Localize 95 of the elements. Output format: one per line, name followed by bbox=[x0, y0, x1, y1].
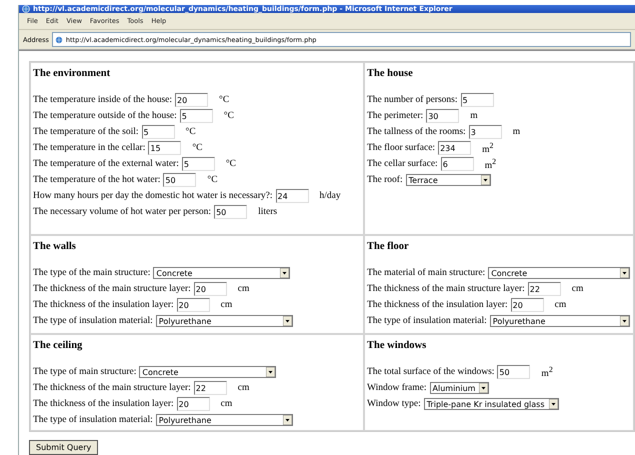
unit-label: °C bbox=[226, 158, 236, 171]
dropdown[interactable]: Triple-pane Kr insulated glass bbox=[424, 398, 559, 410]
unit-label: cm bbox=[554, 299, 566, 312]
field-label: The number of persons: bbox=[367, 94, 458, 107]
field-label: The type of the main structure: bbox=[33, 267, 150, 280]
unit-label: °C bbox=[186, 126, 196, 139]
unit-label: liters bbox=[258, 206, 278, 219]
field-label: The total surface of the windows: bbox=[367, 366, 494, 379]
input-field[interactable]: 6 bbox=[440, 157, 474, 171]
dropdown-arrow-icon bbox=[548, 399, 558, 409]
field-label: The type of insulation material: bbox=[33, 414, 153, 427]
dropdown-arrow-icon bbox=[282, 415, 292, 425]
field-label: The thickness of the insulation layer: bbox=[367, 299, 508, 312]
field-label: Window type: bbox=[367, 398, 421, 411]
input-field[interactable]: 5 bbox=[460, 93, 494, 107]
unit-label: cm bbox=[220, 398, 232, 411]
input-field[interactable]: 20 bbox=[176, 298, 210, 312]
unit-label: m$^{2}$ bbox=[482, 140, 494, 158]
input-field[interactable]: 20 bbox=[194, 282, 227, 296]
input-field[interactable]: 20 bbox=[510, 298, 544, 312]
dropdown[interactable]: Aluminium bbox=[430, 382, 490, 394]
field-label: The roof: bbox=[367, 174, 403, 187]
input-field[interactable]: 5 bbox=[182, 157, 215, 171]
unit-label: °C bbox=[224, 110, 234, 123]
input-field[interactable]: 50 bbox=[497, 365, 530, 379]
unit-label: m$^{2}$ bbox=[541, 364, 553, 382]
dropdown[interactable]: Concrete bbox=[153, 267, 290, 279]
unit-label: h/day bbox=[320, 190, 341, 203]
input-field[interactable]: 3 bbox=[468, 125, 502, 139]
unit-label: °C bbox=[192, 142, 202, 155]
dropdown-arrow-icon bbox=[479, 383, 488, 393]
dropdown-arrow-icon bbox=[480, 175, 490, 185]
field-label: The cellar surface: bbox=[367, 158, 438, 171]
dropdown[interactable]: Concrete bbox=[488, 267, 630, 279]
field-label: Window frame: bbox=[367, 382, 427, 395]
field-label: The floor surface: bbox=[367, 142, 436, 155]
globe-icon bbox=[54, 36, 63, 44]
section-title: The walls bbox=[33, 240, 77, 254]
field-label: The temperature of the soil: bbox=[33, 126, 139, 139]
unit-label: °C bbox=[207, 174, 218, 187]
unit-label: m bbox=[512, 126, 520, 139]
field-label: The thickness of the insulation layer: bbox=[33, 299, 174, 312]
input-field[interactable]: 20 bbox=[176, 397, 210, 411]
section-title: The ceiling bbox=[33, 339, 84, 353]
dropdown[interactable]: Terrace bbox=[406, 174, 491, 186]
input-field[interactable]: 5 bbox=[142, 125, 175, 139]
section-title: The environment bbox=[33, 67, 112, 81]
unit-label: m bbox=[470, 110, 478, 123]
field-label: The temperature of the external water: bbox=[33, 158, 179, 171]
section-title: The floor bbox=[367, 240, 410, 254]
input-field[interactable]: 24 bbox=[276, 189, 309, 203]
unit-label: cm bbox=[572, 283, 584, 296]
unit-label: cm bbox=[238, 382, 250, 395]
field-label: The tallness of the rooms: bbox=[367, 126, 466, 139]
input-field[interactable]: 30 bbox=[426, 109, 460, 123]
section-title: The house bbox=[367, 67, 414, 81]
dropdown[interactable]: Polyurethane bbox=[490, 315, 630, 327]
field-label: The thickness of the main structure layer: bbox=[33, 283, 191, 296]
field-label: How many hours per day the domestic hot water is necessary?: bbox=[33, 190, 273, 203]
dropdown-arrow-icon bbox=[620, 268, 629, 278]
field-label: The temperature inside of the house: bbox=[33, 94, 172, 107]
unit-label: cm bbox=[220, 299, 232, 312]
field-label: The thickness of the main structure layer: bbox=[367, 283, 525, 296]
section-title: The windows bbox=[367, 339, 428, 353]
dropdown-arrow-icon bbox=[280, 268, 290, 278]
unit-label: cm bbox=[238, 283, 250, 296]
dropdown-arrow-icon bbox=[266, 367, 276, 377]
input-field[interactable]: 22 bbox=[194, 381, 227, 395]
input-field[interactable]: 5 bbox=[180, 109, 213, 123]
dropdown[interactable]: Concrete bbox=[139, 366, 276, 378]
field-label: The temperature of the hot water: bbox=[33, 174, 160, 187]
field-label: The temperature in the cellar: bbox=[33, 142, 146, 155]
input-field[interactable]: 20 bbox=[175, 93, 208, 107]
dropdown[interactable]: Polyurethane bbox=[156, 414, 293, 426]
field-label: The thickness of the insulation layer: bbox=[33, 398, 174, 411]
dropdown-arrow-icon bbox=[620, 316, 629, 326]
dropdown-arrow-icon bbox=[282, 316, 292, 326]
unit-label: m$^{2}$ bbox=[484, 156, 496, 174]
field-label: The perimeter: bbox=[367, 110, 424, 123]
field-label: The temperature outside of the house: bbox=[33, 110, 177, 123]
input-field[interactable]: 50 bbox=[214, 205, 248, 219]
input-field[interactable]: 15 bbox=[148, 141, 182, 155]
unit-label: °C bbox=[219, 94, 230, 107]
input-field[interactable]: 50 bbox=[163, 173, 196, 187]
field-label: The material of main structure: bbox=[367, 267, 486, 280]
input-field[interactable]: 22 bbox=[528, 282, 561, 296]
globe-icon bbox=[22, 5, 30, 13]
field-label: The type of insulation material: bbox=[367, 315, 487, 328]
field-label: The thickness of the main structure layer: bbox=[33, 382, 191, 395]
field-label: The necessary volume of hot water per person: bbox=[33, 206, 212, 219]
input-field[interactable]: 234 bbox=[438, 141, 472, 155]
dropdown[interactable]: Polyurethane bbox=[156, 315, 293, 327]
field-label: The type of main structure: bbox=[33, 366, 136, 379]
submit-button[interactable]: Submit Query bbox=[29, 440, 98, 455]
field-label: The type of insulation material: bbox=[33, 315, 153, 328]
